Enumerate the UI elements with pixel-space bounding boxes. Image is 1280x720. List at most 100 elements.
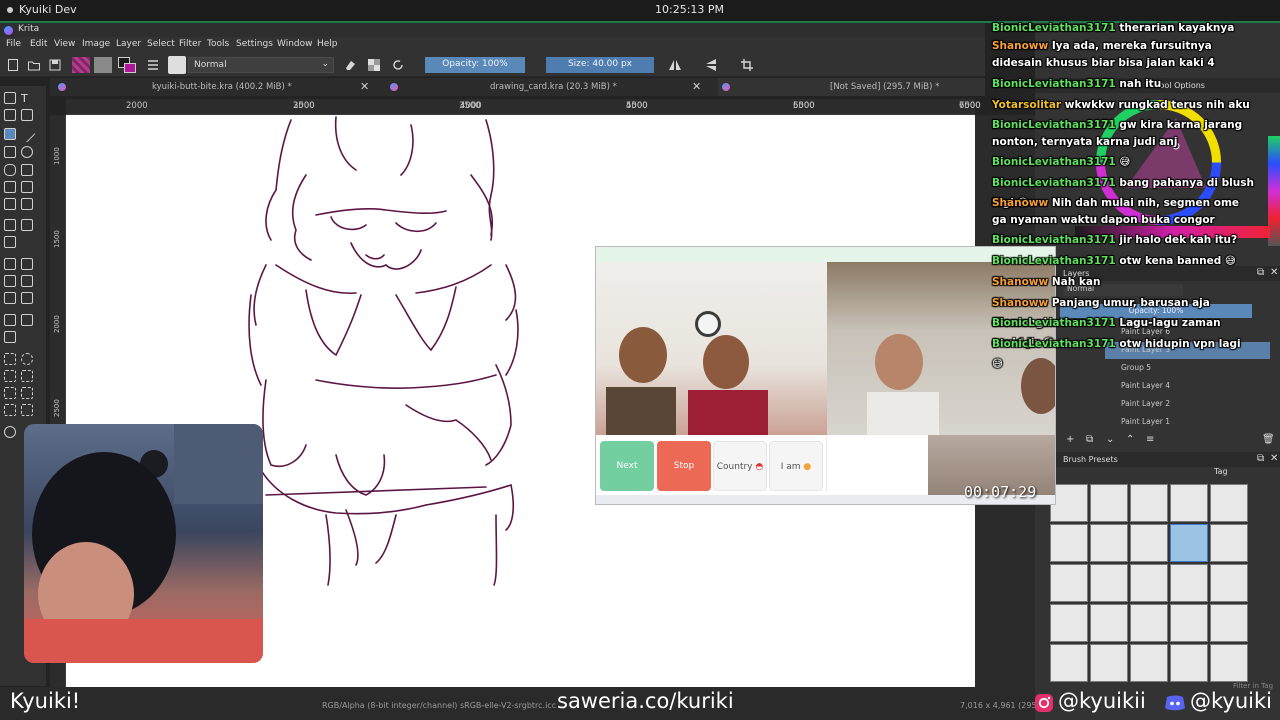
layer-row[interactable]: Paint Layer 2 [1105, 396, 1270, 413]
brush-preset[interactable] [1090, 484, 1128, 522]
menu-tools[interactable]: Tools [207, 39, 229, 49]
freehand-path-tool-icon[interactable] [21, 181, 33, 193]
duplicate-layer-icon[interactable]: ⧉ [1086, 434, 1093, 445]
fill-tool-icon[interactable] [4, 292, 16, 304]
brush-preset-selected[interactable] [1170, 524, 1208, 562]
polygon-select-tool-icon[interactable] [4, 370, 16, 382]
menu-filter[interactable]: Filter [179, 39, 201, 49]
brush-preset[interactable] [1210, 564, 1248, 602]
menu-file[interactable]: File [6, 39, 21, 49]
close-icon[interactable]: ✕ [1270, 267, 1278, 278]
float-docker-icon[interactable]: ⧉ [1257, 453, 1264, 464]
brush-preset[interactable] [1090, 524, 1128, 562]
brush-preset[interactable] [1130, 644, 1168, 682]
tab-not-saved[interactable]: [Not Saved] (295.7 MiB) * [718, 78, 985, 96]
brush-preset[interactable] [1130, 484, 1168, 522]
text-tool-icon[interactable]: T [21, 92, 33, 105]
zoom-tool-icon[interactable] [4, 426, 16, 438]
reference-tool-icon[interactable] [4, 331, 16, 343]
close-icon[interactable]: ✕ [692, 80, 701, 93]
ellipse-select-tool-icon[interactable] [21, 353, 33, 365]
brush-preset[interactable] [1130, 524, 1168, 562]
select-shapes-tool-icon[interactable] [4, 92, 16, 104]
smart-patch-tool-icon[interactable] [21, 275, 33, 287]
contiguous-select-tool-icon[interactable] [4, 387, 16, 399]
blend-mode-dropdown[interactable]: Normal ⌄ [188, 57, 334, 73]
multibrush-tool-icon[interactable] [21, 198, 33, 210]
measure-tool-icon[interactable] [21, 314, 33, 326]
edit-shapes-tool-icon[interactable] [4, 109, 16, 121]
dynamic-brush-tool-icon[interactable] [4, 198, 16, 210]
open-folder-icon[interactable] [27, 58, 41, 72]
layer-row[interactable]: Paint Layer 4 [1105, 378, 1270, 395]
save-icon[interactable] [48, 58, 62, 72]
brush-preset[interactable] [1090, 644, 1128, 682]
tab-drawing-card[interactable]: drawing_card.kra (20.3 MiB) * ✕ [384, 78, 714, 96]
eraser-icon[interactable] [343, 58, 357, 72]
menu-edit[interactable]: Edit [30, 39, 47, 49]
gender-button[interactable]: I am ● [769, 441, 823, 491]
brush-preset[interactable] [1170, 644, 1208, 682]
enclose-fill-tool-icon[interactable] [21, 292, 33, 304]
menu-window[interactable]: Window [277, 39, 313, 49]
color-picker-tool-icon[interactable] [21, 258, 33, 270]
add-layer-icon[interactable]: + [1066, 434, 1074, 445]
gradient-tool-icon[interactable] [4, 258, 16, 270]
menu-help[interactable]: Help [317, 39, 338, 49]
menu-image[interactable]: Image [82, 39, 110, 49]
brush-preset[interactable] [1210, 604, 1248, 642]
alpha-lock-icon[interactable] [367, 58, 381, 72]
color-swatch[interactable] [118, 57, 136, 73]
brush-preset[interactable] [1050, 604, 1088, 642]
brush-preset[interactable] [1130, 564, 1168, 602]
brush-preset[interactable] [1050, 564, 1088, 602]
close-icon[interactable]: ✕ [360, 80, 369, 93]
magnetic-select-tool-icon[interactable] [21, 404, 33, 416]
menu-view[interactable]: View [54, 39, 75, 49]
brush-preset[interactable] [1170, 564, 1208, 602]
crop-tool-icon[interactable] [4, 236, 16, 248]
delete-layer-icon[interactable]: 🗑 [1262, 434, 1275, 445]
freehand-brush-tool-icon[interactable] [4, 128, 16, 140]
mirror-vertical-icon[interactable] [704, 58, 718, 72]
size-slider[interactable]: Size: 40.00 px [546, 57, 654, 73]
next-button[interactable]: Next [600, 441, 654, 491]
country-button[interactable]: Country ◓ [713, 441, 767, 491]
similar-select-tool-icon[interactable] [21, 387, 33, 399]
stop-button[interactable]: Stop [657, 441, 711, 491]
brush-preset[interactable] [1210, 484, 1248, 522]
rectangle-tool-icon[interactable] [4, 146, 16, 158]
menu-settings[interactable]: Settings [236, 39, 273, 49]
brush-preset[interactable] [1050, 524, 1088, 562]
polygon-tool-icon[interactable] [4, 164, 16, 176]
bezier-select-tool-icon[interactable] [4, 404, 16, 416]
layer-properties-icon[interactable]: ≡ [1146, 434, 1154, 445]
freehand-select-tool-icon[interactable] [21, 370, 33, 382]
brush-preset[interactable] [1050, 644, 1088, 682]
menu-layer[interactable]: Layer [116, 39, 141, 49]
wrap-around-icon[interactable] [740, 58, 754, 72]
mirror-horizontal-icon[interactable] [668, 58, 682, 72]
calligraphy-tool-icon[interactable] [21, 109, 33, 121]
move-up-icon[interactable]: ⌃ [1126, 434, 1134, 445]
float-docker-icon[interactable]: ⧉ [1257, 267, 1264, 278]
transform-tool-icon[interactable] [4, 219, 16, 231]
brush-preset-icon[interactable] [168, 56, 186, 74]
move-down-icon[interactable]: ⌄ [1106, 434, 1114, 445]
reload-preset-icon[interactable] [391, 58, 405, 72]
brush-preset[interactable] [1170, 484, 1208, 522]
brush-preset[interactable] [1210, 524, 1248, 562]
brush-settings-icon[interactable] [146, 58, 160, 72]
rect-select-tool-icon[interactable] [4, 353, 16, 365]
close-icon[interactable]: ✕ [1270, 453, 1278, 464]
assistant-tool-icon[interactable] [4, 314, 16, 326]
layer-row[interactable]: Paint Layer 1 [1105, 414, 1270, 431]
bezier-tool-icon[interactable] [4, 181, 16, 193]
brush-preset[interactable] [1130, 604, 1168, 642]
brush-preset[interactable] [1170, 604, 1208, 642]
move-tool-icon[interactable] [21, 219, 33, 231]
ellipse-tool-icon[interactable] [21, 146, 33, 158]
menu-select[interactable]: Select [147, 39, 175, 49]
brush-preset[interactable] [1090, 604, 1128, 642]
colorize-mask-tool-icon[interactable] [4, 275, 16, 287]
